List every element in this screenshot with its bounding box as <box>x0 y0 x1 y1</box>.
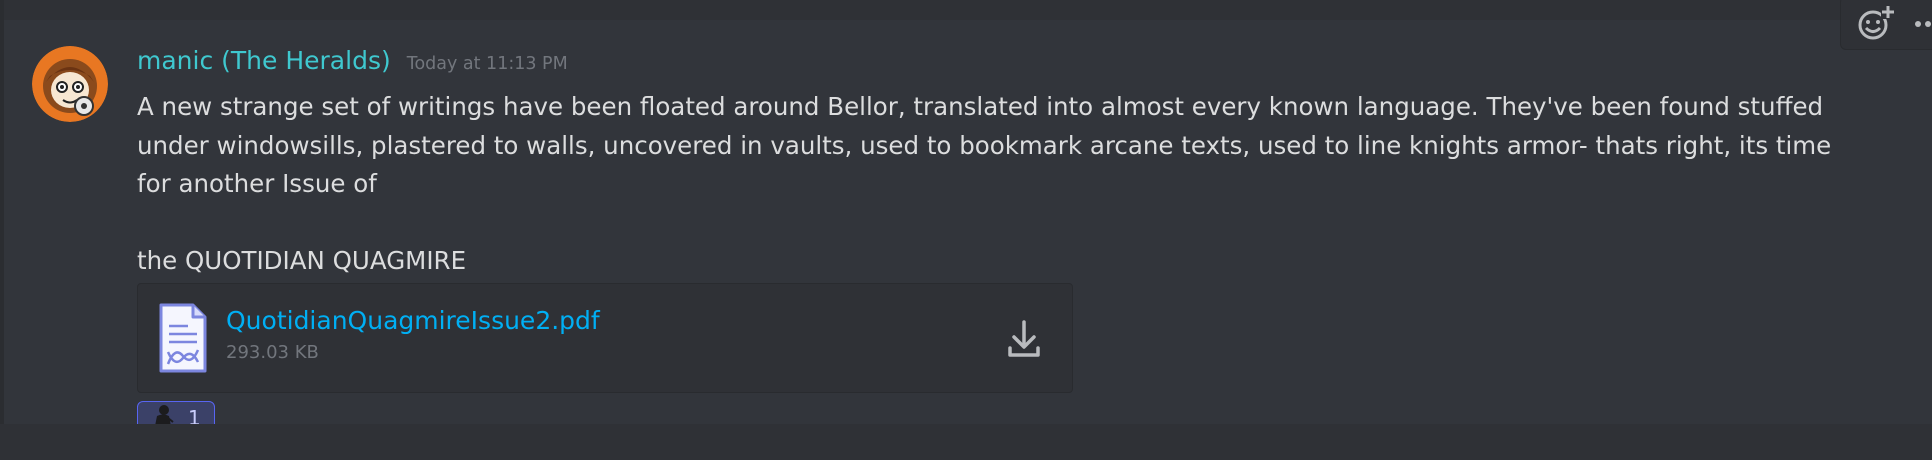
channel-background-bottom <box>0 424 1932 460</box>
download-icon[interactable] <box>1006 318 1042 360</box>
add-reaction-icon[interactable] <box>1857 3 1895 41</box>
avatar[interactable] <box>32 46 108 122</box>
message-header: manic (The Heralds) Today at 11:13 PM <box>137 46 568 80</box>
file-size: 293.03 KB <box>226 342 319 363</box>
channel-background-top <box>0 0 1932 20</box>
message-toolbar <box>1840 0 1932 50</box>
username[interactable]: manic (The Heralds) <box>137 46 391 75</box>
chat-message[interactable]: manic (The Heralds) Today at 11:13 PM A … <box>4 20 1932 435</box>
document-icon <box>158 302 208 374</box>
more-options-icon[interactable] <box>1913 3 1932 41</box>
file-attachment: QuotidianQuagmireIssue2.pdf 293.03 KB <box>137 283 1073 393</box>
file-name-link[interactable]: QuotidianQuagmireIssue2.pdf <box>226 306 600 335</box>
timestamp: Today at 11:13 PM <box>406 54 568 74</box>
message-content: A new strange set of writings have been … <box>137 92 1832 275</box>
